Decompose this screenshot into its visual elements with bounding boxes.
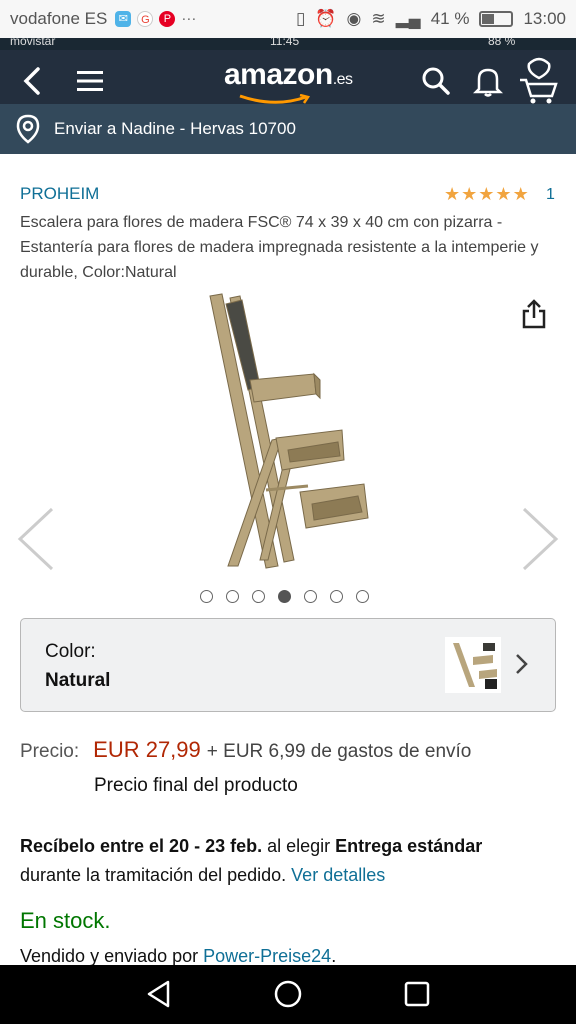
carousel-dot[interactable] — [304, 590, 317, 603]
delivery-text-2: durante la tramitación del pedido. — [20, 865, 292, 885]
price-label: Precio: — [20, 741, 80, 762]
star-icon: ★ — [512, 184, 529, 204]
carousel-next-button[interactable] — [520, 506, 560, 577]
chevron-right-icon — [522, 507, 559, 571]
circle-home-icon — [274, 980, 302, 1008]
color-value: Natural — [45, 670, 111, 691]
battery-percent: 41 % — [430, 9, 470, 28]
battery-icon — [479, 11, 514, 27]
menu-button[interactable] — [70, 50, 110, 112]
inner-carrier: movistar — [10, 38, 56, 48]
eye-icon: ◉ — [346, 9, 362, 28]
cart-icon — [520, 57, 558, 104]
signal-icon: ▂▄ — [395, 9, 421, 28]
wifi-icon: ≋ — [371, 9, 386, 28]
final-price-note: Precio final del producto — [94, 775, 298, 796]
details-link[interactable]: Ver detalles — [291, 865, 385, 885]
chevron-left-icon — [17, 507, 54, 571]
carousel-dot-active[interactable] — [278, 590, 291, 603]
android-nav-bar — [0, 965, 576, 1024]
carousel-prev-button[interactable] — [16, 506, 56, 577]
carousel-dot[interactable] — [330, 590, 343, 603]
google-icon: G — [137, 11, 154, 27]
nav-recents-button[interactable] — [402, 979, 432, 1014]
vibrate-icon: ▯ — [295, 9, 306, 28]
back-button[interactable] — [14, 50, 50, 112]
app-header: amazon.es — [0, 50, 576, 112]
notification-icons: ✉ G P ··· — [115, 11, 196, 27]
delivery-address-text: Enviar a Nadine - Hervas 10700 — [54, 119, 296, 138]
price-value: EUR 27,99 — [93, 737, 201, 762]
notifications-button[interactable] — [470, 50, 506, 112]
price-row: Precio: EUR 27,99 + EUR 6,99 de gastos d… — [20, 737, 471, 763]
delivery-method: Entrega estándar — [335, 836, 483, 856]
square-recents-icon — [404, 981, 430, 1007]
cart-button[interactable] — [514, 50, 564, 112]
seller-link[interactable]: Power-Preise24 — [203, 946, 331, 966]
star-icon: ★ — [478, 184, 495, 204]
nav-home-button[interactable] — [273, 979, 303, 1014]
mail-icon: ✉ — [115, 11, 132, 27]
delivery-dates: Recíbelo entre el 20 - 23 feb. — [20, 836, 263, 856]
carousel-dot[interactable] — [356, 590, 369, 603]
carousel-dot[interactable] — [200, 590, 213, 603]
logo-text: amazon — [224, 58, 333, 91]
product-image[interactable] — [190, 290, 390, 580]
nav-back-button[interactable] — [144, 979, 174, 1014]
alarm-icon: ⏰ — [315, 9, 337, 28]
inner-battery: 88 % — [488, 38, 516, 48]
hamburger-icon — [77, 71, 103, 91]
carrier-label: vodafone ES — [10, 9, 108, 28]
more-notifications: ··· — [181, 10, 197, 27]
system-status-bar: vodafone ES ✉ G P ··· ▯ ⏰ ◉ ≋ ▂▄ 41 % 13… — [0, 0, 576, 38]
location-pin-icon — [16, 114, 40, 144]
delivery-address-bar[interactable]: Enviar a Nadine - Hervas 10700 — [0, 104, 576, 154]
inner-time: 11:45 — [270, 38, 300, 48]
stock-status: En stock. — [20, 908, 111, 933]
star-icon: ★ — [461, 184, 478, 204]
color-selector[interactable]: Color: Natural — [20, 618, 556, 712]
bell-icon — [473, 68, 503, 97]
carousel-dot[interactable] — [252, 590, 265, 603]
star-icon: ★ — [495, 184, 512, 204]
color-label: Color: — [45, 641, 96, 662]
seller-prefix: Vendido y enviado por — [20, 946, 204, 966]
share-icon — [522, 299, 546, 329]
carousel-dot[interactable] — [226, 590, 239, 603]
color-thumbnail — [445, 637, 501, 693]
amazon-logo[interactable]: amazon.es — [224, 58, 353, 104]
delivery-text-1: al elegir — [262, 836, 336, 856]
seller-suffix: . — [331, 946, 337, 966]
pinterest-icon: P — [159, 11, 176, 27]
delivery-estimate: Recíbelo entre el 20 - 23 feb. al elegir… — [20, 832, 565, 890]
brand-link[interactable]: PROHEIM — [20, 184, 99, 204]
product-title: Escalera para flores de madera FSC® 74 x… — [20, 214, 539, 281]
carousel-indicator — [200, 590, 369, 603]
back-arrow-icon — [23, 67, 40, 95]
star-icon: ★ — [444, 184, 461, 204]
clock: 13:00 — [523, 9, 566, 28]
triangle-back-icon — [147, 980, 170, 1008]
shipping-cost: + EUR 6,99 de gastos de envío — [206, 741, 472, 762]
rating-stars[interactable]: ★ ★ ★ ★ ★ — [444, 184, 529, 205]
seller-info: Vendido y enviado por Power-Preise24. — [20, 946, 336, 967]
rating-count[interactable]: 1 — [546, 186, 555, 204]
share-button[interactable] — [520, 298, 548, 335]
search-button[interactable] — [418, 50, 454, 112]
search-icon — [422, 67, 450, 95]
logo-suffix: .es — [332, 71, 353, 88]
chevron-right-icon — [516, 654, 528, 674]
inner-status-bar: movistar 11:45 88 % — [0, 38, 576, 50]
